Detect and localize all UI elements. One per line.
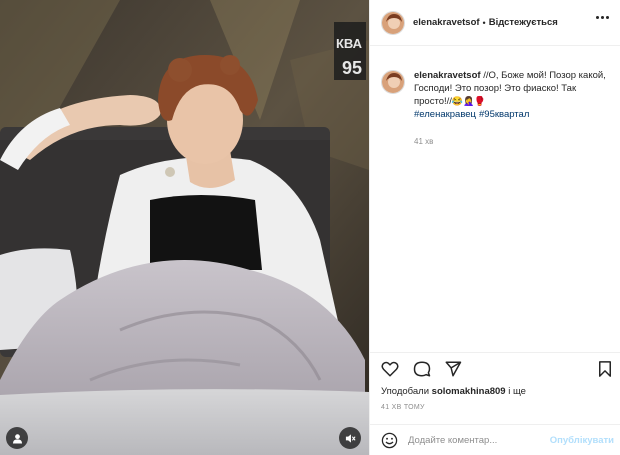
mute-button[interactable] <box>339 427 361 449</box>
ellipsis-icon[interactable] <box>596 16 609 19</box>
caption-time[interactable]: 41 хв <box>414 136 609 149</box>
caption-emojis: 😂🤦‍♀️🥊 <box>451 96 486 106</box>
avatar[interactable] <box>381 10 405 35</box>
watermark-line1: КВА <box>336 36 363 51</box>
watermark-line2: 95 <box>342 58 362 78</box>
likes-prefix: Уподобали <box>381 386 430 397</box>
smiley-icon[interactable] <box>381 432 398 449</box>
send-icon[interactable] <box>444 360 462 378</box>
header-username[interactable]: elenakravetsof <box>413 17 480 28</box>
speaker-muted-icon <box>345 433 356 443</box>
likes-others-link[interactable]: і ще <box>508 386 526 397</box>
caption-hashtags: #еленакравец #95квартал <box>414 109 609 122</box>
caption-body: elenakravetsof //О, Боже мой! Позор како… <box>414 70 609 149</box>
post-media[interactable]: КВА 95 <box>0 0 369 455</box>
likes-summary: Уподобали solomakhina809 і ще <box>381 386 526 397</box>
video-frame: КВА 95 <box>0 0 369 455</box>
comment-icon[interactable] <box>413 360 431 378</box>
post-caption: elenakravetsof //О, Боже мой! Позор како… <box>381 70 613 149</box>
likes-user-link[interactable]: solomakhina809 <box>432 386 506 397</box>
comment-bar: Опублікувати <box>370 424 620 455</box>
hashtag-link[interactable]: #еленакравец <box>414 109 476 120</box>
action-bar <box>370 352 620 382</box>
tagged-users-button[interactable] <box>6 427 28 449</box>
following-button[interactable]: Відстежується <box>489 17 558 28</box>
comment-input[interactable] <box>408 434 558 446</box>
header-dot-separator: • <box>482 17 486 28</box>
caption-avatar[interactable] <box>381 70 405 94</box>
user-icon <box>12 433 22 444</box>
post-side-panel: elenakravetsof • Відстежується elenakrav… <box>369 0 620 455</box>
heart-icon[interactable] <box>381 360 399 378</box>
hashtag-link[interactable]: #95квартал <box>479 109 529 120</box>
posted-time[interactable]: 41 ХВ ТОМУ <box>381 404 425 411</box>
bookmark-icon[interactable] <box>596 360 614 378</box>
post-header: elenakravetsof • Відстежується <box>370 0 620 46</box>
caption-username[interactable]: elenakravetsof <box>414 70 481 81</box>
post-comment-button[interactable]: Опублікувати <box>550 435 614 446</box>
